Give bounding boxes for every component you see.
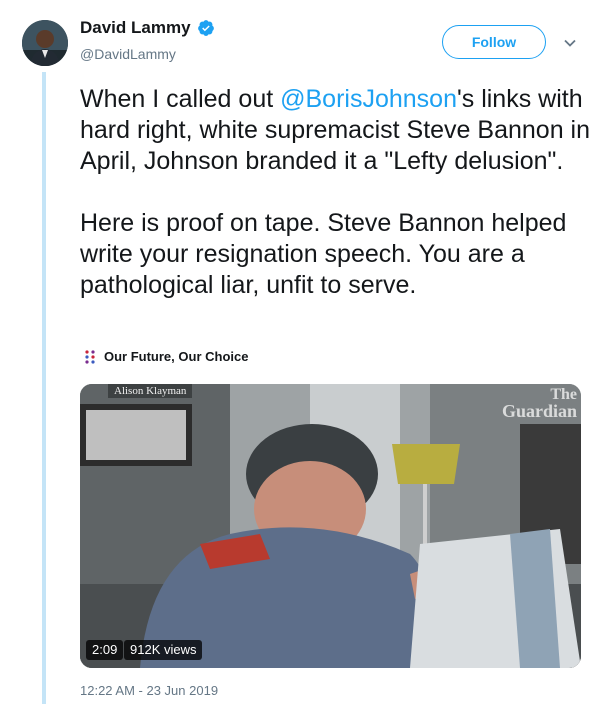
author-handle[interactable]: @DavidLammy	[80, 46, 176, 62]
verified-badge-icon	[197, 20, 214, 36]
video-views: 912K views	[124, 640, 203, 660]
author-row: David Lammy	[80, 18, 215, 38]
guardian-logo: The Guardian	[502, 386, 577, 420]
tweet-text: When I called out @BorisJohnson's links …	[80, 84, 590, 301]
event-icon	[85, 349, 95, 364]
video-player[interactable]: Alison Klayman The Guardian 2:09 912K vi…	[80, 384, 581, 668]
event-link[interactable]: Our Future, Our Choice	[84, 349, 248, 364]
thread-line	[42, 72, 46, 704]
avatar[interactable]	[22, 20, 68, 66]
follow-button[interactable]: Follow	[442, 25, 546, 59]
video-thumbnail	[80, 384, 581, 668]
chevron-down-icon[interactable]	[563, 36, 577, 50]
logo-line-2: Guardian	[501, 401, 577, 421]
author-name[interactable]: David Lammy	[80, 18, 191, 38]
tweet-timestamp[interactable]: 12:22 AM - 23 Jun 2019	[80, 683, 218, 698]
tweet-text-part-1: When I called out	[80, 85, 281, 113]
video-duration: 2:09	[86, 640, 124, 660]
event-label[interactable]: Our Future, Our Choice	[104, 349, 248, 364]
mention-link[interactable]: @BorisJohnson	[280, 85, 457, 113]
avatar-image	[22, 20, 68, 66]
tweet-text-part-2: 's links with hard right, white supremac…	[80, 85, 590, 299]
video-credit: Alison Klayman	[108, 384, 193, 398]
